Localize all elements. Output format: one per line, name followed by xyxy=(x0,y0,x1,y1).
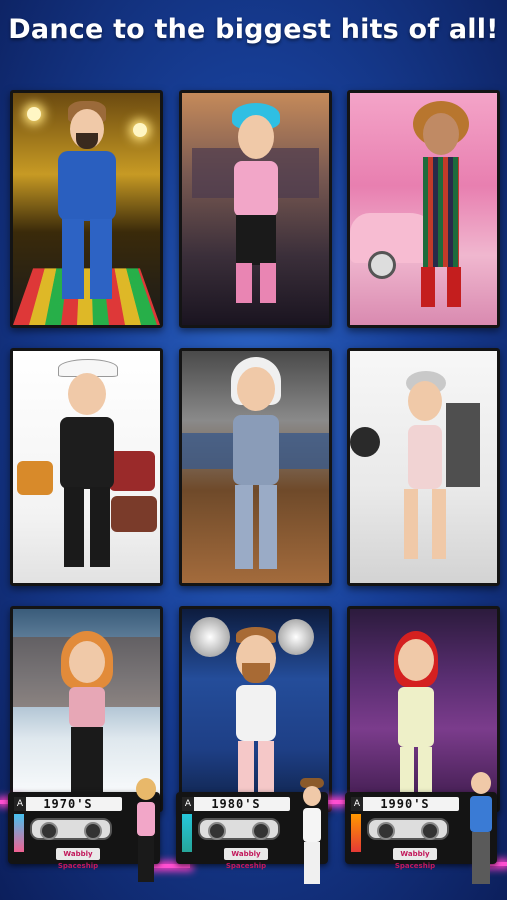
cassette-label: 1990'S xyxy=(351,797,459,811)
dance-card-bowling[interactable] xyxy=(179,348,332,586)
cassette-window xyxy=(198,818,280,840)
mini-avatar xyxy=(132,778,160,884)
brand-logo: Wabbly Spaceship xyxy=(224,848,268,870)
avatar-dancer xyxy=(409,101,473,316)
cassette-label: 1980'S xyxy=(182,797,290,811)
light-decor xyxy=(133,123,147,137)
dance-card-club[interactable] xyxy=(179,90,332,328)
cassette-stripe xyxy=(14,814,24,852)
dance-card-pink-retro[interactable] xyxy=(347,90,500,328)
cassette-label: 1970'S xyxy=(14,797,122,811)
mini-avatar xyxy=(298,778,326,886)
reel-icon xyxy=(208,822,226,840)
mini-avatar xyxy=(466,772,496,886)
avatar-dancer xyxy=(223,357,289,575)
dance-card-tv-hearts[interactable] xyxy=(10,348,163,586)
cassette-window xyxy=(30,818,112,840)
wheel-decor xyxy=(368,251,396,279)
avatar-dancer xyxy=(226,103,286,313)
reel-icon xyxy=(252,822,270,840)
cassette-stripe xyxy=(182,814,192,852)
avatar-dancer xyxy=(224,627,288,809)
light-decor xyxy=(27,107,41,121)
cassette-side-badge: A xyxy=(182,797,194,811)
avatar-dancer xyxy=(394,371,454,571)
cassette-window xyxy=(367,818,449,840)
tv-decor xyxy=(17,461,53,495)
reel-icon xyxy=(377,822,395,840)
avatar-dancer xyxy=(57,631,117,809)
wrecking-ball-decor xyxy=(350,427,380,457)
dance-card-disco[interactable] xyxy=(10,90,163,328)
reel-icon xyxy=(84,822,102,840)
reel-icon xyxy=(421,822,439,840)
dance-card-wrecking-ball[interactable] xyxy=(347,348,500,586)
cassette-side-badge: A xyxy=(14,797,26,811)
avatar-dancer xyxy=(52,101,122,311)
avatar-dancer xyxy=(52,359,122,574)
brand-logo: Wabbly Spaceship xyxy=(56,848,100,870)
cassette-side-badge: A xyxy=(351,797,363,811)
cassette-stripe xyxy=(351,814,361,852)
avatar-dancer xyxy=(386,631,446,809)
reel-icon xyxy=(40,822,58,840)
brand-logo: Wabbly Spaceship xyxy=(393,848,437,870)
headline: Dance to the biggest hits of all! xyxy=(8,14,499,45)
